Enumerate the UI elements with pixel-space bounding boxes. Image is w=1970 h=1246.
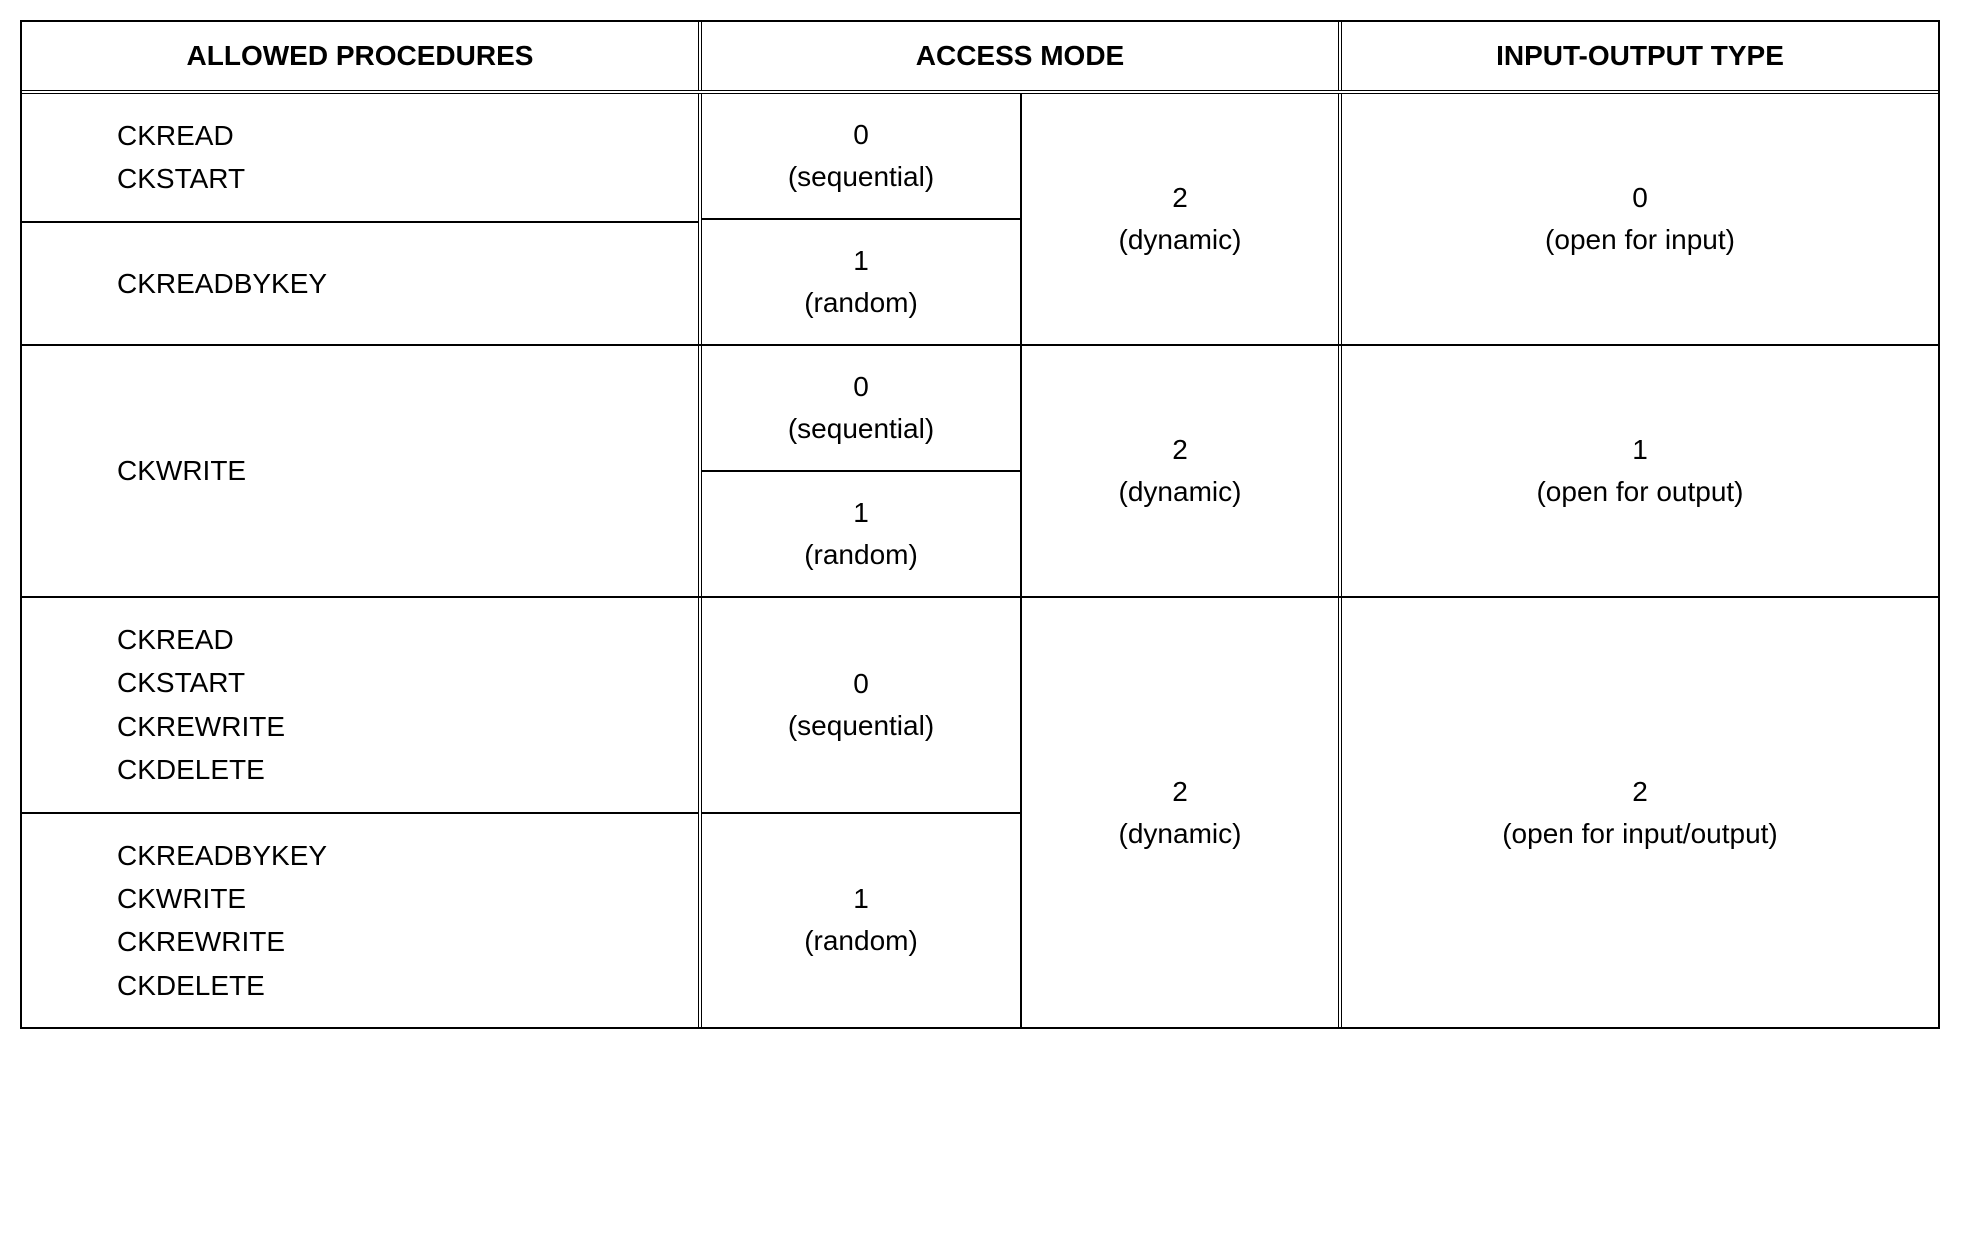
procedure-name: CKDELETE: [117, 964, 668, 1007]
access-mode-note: (random): [804, 282, 918, 324]
access-mode-cell: 2 (dynamic): [1022, 598, 1338, 1027]
access-mode-value: 2: [1172, 771, 1188, 813]
header-procedures: ALLOWED PROCEDURES: [22, 22, 702, 90]
access-mode-value: 2: [1172, 429, 1188, 471]
procedure-name: CKWRITE: [117, 877, 668, 920]
procedure-name: CKDELETE: [117, 748, 668, 791]
procedures-table: ALLOWED PROCEDURES ACCESS MODE INPUT-OUT…: [20, 20, 1940, 1029]
access-mode-note: (sequential): [788, 705, 934, 747]
io-type-value: 0: [1632, 177, 1648, 219]
access-mode-cell: 1 (random): [702, 814, 1020, 1028]
io-type-cell: 2 (open for input/output): [1342, 598, 1938, 1027]
io-type-note: (open for output): [1536, 471, 1743, 513]
access-mode-value: 0: [853, 114, 869, 156]
procedures-cell: CKREADBYKEY CKWRITE CKREWRITE CKDELETE: [22, 814, 698, 1028]
access-mode-note: (random): [804, 920, 918, 962]
procedures-cell: CKREAD CKSTART CKREWRITE CKDELETE: [22, 598, 698, 814]
procedure-name: CKREADBYKEY: [117, 262, 668, 305]
access-mode-note: (dynamic): [1119, 219, 1242, 261]
procedures-cell: CKWRITE: [22, 346, 698, 596]
access-mode-value: 1: [853, 878, 869, 920]
access-mode-cell: 0 (sequential): [702, 94, 1020, 220]
access-mode-value: 1: [853, 492, 869, 534]
access-mode-cell: 0 (sequential): [702, 598, 1020, 814]
procedure-name: CKREADBYKEY: [117, 834, 668, 877]
access-mode-value: 1: [853, 240, 869, 282]
table-row: CKREAD CKSTART CKREADBYKEY 0 (sequential…: [22, 94, 1938, 346]
io-type-note: (open for input): [1545, 219, 1735, 261]
access-mode-cell: 1 (random): [702, 472, 1020, 596]
procedure-name: CKWRITE: [117, 449, 668, 492]
access-mode-cell: 2 (dynamic): [1022, 346, 1338, 596]
io-type-note: (open for input/output): [1502, 813, 1778, 855]
procedure-name: CKREAD: [117, 618, 668, 661]
header-io-type: INPUT-OUTPUT TYPE: [1342, 22, 1938, 90]
procedure-name: CKSTART: [117, 661, 668, 704]
header-access-mode: ACCESS MODE: [702, 22, 1342, 90]
table-row: CKWRITE 0 (sequential) 1 (random) 2 (dyn…: [22, 346, 1938, 598]
table-header-row: ALLOWED PROCEDURES ACCESS MODE INPUT-OUT…: [22, 22, 1938, 94]
access-mode-note: (dynamic): [1119, 471, 1242, 513]
access-mode-cell: 2 (dynamic): [1022, 94, 1338, 344]
procedure-name: CKREAD: [117, 114, 668, 157]
access-mode-value: 0: [853, 366, 869, 408]
io-type-cell: 1 (open for output): [1342, 346, 1938, 596]
table-row: CKREAD CKSTART CKREWRITE CKDELETE CKREAD…: [22, 598, 1938, 1027]
io-type-cell: 0 (open for input): [1342, 94, 1938, 344]
procedure-name: CKREWRITE: [117, 920, 668, 963]
io-type-value: 2: [1632, 771, 1648, 813]
procedures-cell: CKREAD CKSTART: [22, 94, 698, 223]
access-mode-value: 2: [1172, 177, 1188, 219]
access-mode-cell: 0 (sequential): [702, 346, 1020, 472]
procedures-cell: CKREADBYKEY: [22, 223, 698, 344]
access-mode-cell: 1 (random): [702, 220, 1020, 344]
access-mode-value: 0: [853, 663, 869, 705]
procedure-name: CKREWRITE: [117, 705, 668, 748]
access-mode-note: (dynamic): [1119, 813, 1242, 855]
access-mode-note: (sequential): [788, 156, 934, 198]
procedure-name: CKSTART: [117, 157, 668, 200]
access-mode-note: (random): [804, 534, 918, 576]
access-mode-note: (sequential): [788, 408, 934, 450]
io-type-value: 1: [1632, 429, 1648, 471]
